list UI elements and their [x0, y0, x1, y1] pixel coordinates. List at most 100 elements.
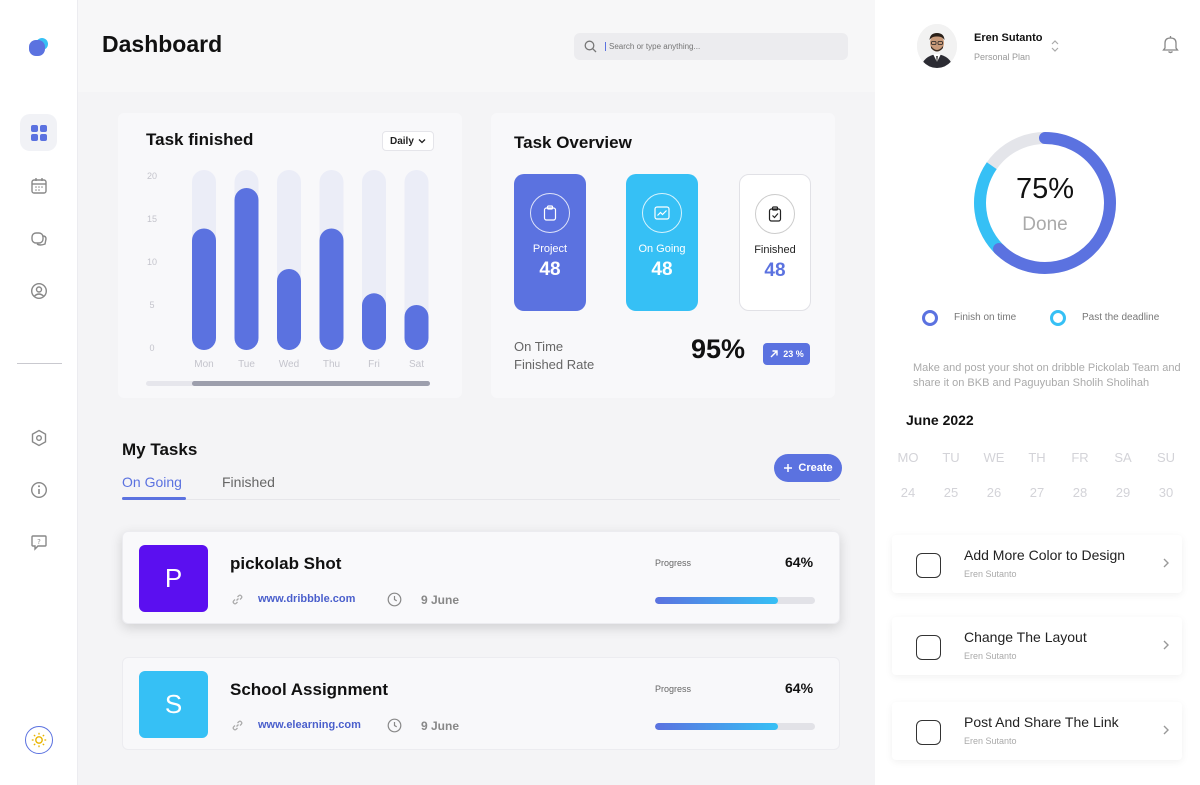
- bar[interactable]: [362, 293, 386, 350]
- todo-checkbox[interactable]: [916, 635, 941, 660]
- grid-icon: [30, 124, 47, 141]
- rate-label-line-1: On Time: [514, 339, 564, 354]
- legend-deadline-label: Past the deadline: [1082, 312, 1160, 323]
- help-chat-icon: ?: [30, 534, 47, 551]
- chevron-right-icon[interactable]: [1162, 724, 1170, 736]
- bell-icon[interactable]: [1162, 35, 1179, 54]
- task-title: pickolab Shot: [230, 554, 342, 573]
- task-link[interactable]: www.dribbble.com: [258, 593, 355, 605]
- calendar-day: SU: [1156, 450, 1176, 465]
- calendar-date[interactable]: 26: [979, 485, 1009, 500]
- user-plan: Personal Plan: [974, 52, 1031, 62]
- task-link[interactable]: www.elearning.com: [258, 719, 361, 731]
- todo-item[interactable]: Change The Layout Eren Sutanto: [892, 617, 1182, 675]
- ongoing-tile-label: On Going: [638, 243, 686, 255]
- tabs-divider: [122, 499, 840, 500]
- y-tick-label: 10: [147, 257, 157, 267]
- bar[interactable]: [319, 228, 344, 351]
- calendar-date[interactable]: 30: [1151, 485, 1181, 500]
- app-logo-icon[interactable]: [28, 36, 50, 58]
- todo-title: Post And Share The Link: [964, 714, 1119, 730]
- calendar-day: TH: [1028, 450, 1046, 465]
- nav-settings-button[interactable]: [20, 419, 57, 456]
- link-icon: [232, 594, 243, 605]
- bar[interactable]: [404, 305, 429, 350]
- bar[interactable]: [192, 228, 216, 351]
- calendar-date[interactable]: 27: [1022, 485, 1052, 500]
- nav-help-button[interactable]: ?: [20, 523, 57, 560]
- y-tick-label: 0: [149, 343, 154, 353]
- my-tasks-title: My Tasks: [122, 440, 198, 459]
- y-tick-label: 15: [147, 214, 157, 224]
- on-time-rate-value: 95%: [691, 334, 746, 364]
- task-card[interactable]: S School Assignment www.elearning.com 9 …: [122, 657, 840, 750]
- nav-dashboard-button[interactable]: [20, 114, 57, 151]
- todo-item[interactable]: Post And Share The Link Eren Sutanto: [892, 702, 1182, 760]
- bar[interactable]: [277, 269, 301, 350]
- todo-owner: Eren Sutanto: [964, 569, 1017, 579]
- clock-icon: [387, 718, 402, 733]
- create-task-button[interactable]: Create: [774, 454, 842, 482]
- x-tick-label: Fri: [368, 359, 380, 370]
- search-bar[interactable]: [574, 33, 848, 60]
- ongoing-tile[interactable]: On Going 48: [626, 174, 698, 311]
- chevron-up-down-icon[interactable]: [1050, 38, 1060, 54]
- task-date: 9 June: [421, 719, 460, 733]
- search-icon[interactable]: [584, 40, 597, 53]
- progress-label: Progress: [655, 684, 692, 694]
- nav-info-button[interactable]: [20, 471, 57, 508]
- task-date: 9 June: [421, 593, 460, 607]
- project-tile-value: 48: [539, 259, 561, 280]
- calendar-date[interactable]: 28: [1065, 485, 1095, 500]
- nav-calendar-button[interactable]: [20, 167, 57, 204]
- page-title: Dashboard: [102, 31, 223, 57]
- chart-scrollbar[interactable]: [146, 381, 430, 386]
- calendar-date[interactable]: 25: [936, 485, 966, 500]
- progress-bar: [655, 723, 815, 730]
- sidebar-divider: [17, 363, 62, 364]
- calendar-day: WE: [983, 450, 1005, 465]
- calendar-date[interactable]: 24: [893, 485, 923, 500]
- info-icon: [30, 481, 47, 498]
- rate-change-value: 23 %: [783, 349, 804, 359]
- active-tab-indicator: [122, 497, 186, 500]
- bar[interactable]: [234, 188, 259, 350]
- chat-bubbles-icon: [30, 231, 47, 246]
- calendar-day: FR: [1071, 450, 1089, 465]
- chart-scrollbar-thumb[interactable]: [192, 381, 430, 386]
- todo-checkbox[interactable]: [916, 720, 941, 745]
- tab-ongoing[interactable]: On Going: [122, 474, 182, 490]
- sun-icon: [31, 732, 47, 748]
- x-tick-label: Sat: [409, 359, 424, 370]
- user-portrait-icon: [917, 24, 957, 68]
- calendar-date[interactable]: 29: [1108, 485, 1138, 500]
- progress-value: 64%: [785, 680, 814, 696]
- nav-messages-button[interactable]: [20, 220, 57, 257]
- task-card[interactable]: P pickolab Shot www.dribbble.com 9 June …: [122, 531, 840, 624]
- finished-tile-value: 48: [764, 260, 786, 281]
- clipboard-check-icon: [755, 194, 795, 234]
- task-overview-card: Task Overview Project 48 On Going 48 Fin…: [491, 113, 835, 398]
- calendar-day: TU: [942, 450, 960, 465]
- project-tile[interactable]: Project 48: [514, 174, 586, 311]
- task-finished-bar-chart: 20 15 10 5 0 Mon Tue Wed Thu Fri Sat: [147, 170, 429, 370]
- search-input[interactable]: [605, 42, 825, 51]
- tab-finished[interactable]: Finished: [222, 474, 275, 490]
- create-task-label: Create: [798, 462, 833, 474]
- link-icon: [232, 720, 243, 731]
- plus-icon: [784, 464, 793, 472]
- x-tick-label: Mon: [194, 359, 213, 370]
- todo-checkbox[interactable]: [916, 553, 941, 578]
- finished-tile[interactable]: Finished 48: [739, 174, 811, 311]
- svg-text:?: ?: [37, 538, 41, 546]
- progress-bar-fill: [655, 723, 779, 730]
- task-avatar: P: [139, 545, 208, 612]
- chevron-right-icon[interactable]: [1162, 639, 1170, 651]
- ongoing-tile-value: 48: [651, 259, 673, 280]
- calendar-day: SA: [1114, 450, 1132, 465]
- todo-item[interactable]: Add More Color to Design Eren Sutanto: [892, 535, 1182, 593]
- chevron-right-icon[interactable]: [1162, 557, 1170, 569]
- theme-toggle-button[interactable]: [25, 726, 53, 754]
- avatar[interactable]: [917, 24, 957, 68]
- nav-profile-button[interactable]: [20, 272, 57, 309]
